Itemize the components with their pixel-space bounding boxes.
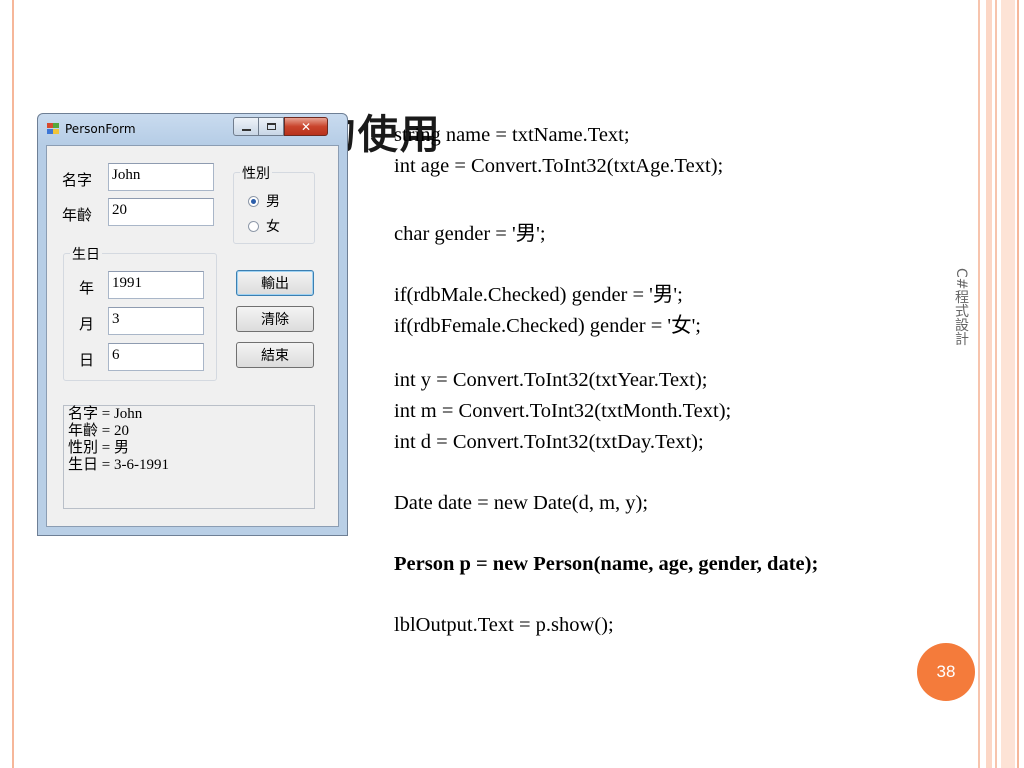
page-number-badge: 38 [917,643,975,701]
name-input[interactable]: John [108,163,214,191]
right-border-stripe [986,0,992,768]
radio-selected-icon [248,195,259,207]
day-input[interactable]: 6 [108,343,204,371]
code-line: Date date = new Date(d, m, y); [394,492,649,514]
window-title: PersonForm [65,122,136,136]
code-line: int age = Convert.ToInt32(txtAge.Text); [394,155,724,177]
right-border-stripe [978,0,980,768]
code-line: int y = Convert.ToInt32(txtYear.Text); [394,369,708,391]
male-radio-label: 男 [266,194,280,210]
age-input[interactable]: 20 [108,198,214,226]
person-form-window: PersonForm ✕ 名字 John 年齡 20 性別 男 女 生日 年 1… [37,113,348,536]
code-line: int d = Convert.ToInt32(txtDay.Text); [394,431,704,453]
year-input[interactable]: 1991 [108,271,204,299]
code-line: if(rdbFemale.Checked) gender = '女'; [394,315,701,337]
year-label: 年 [79,279,95,297]
code-line: lblOutput.Text = p.show(); [394,614,614,636]
birthday-group-caption: 生日 [70,244,102,264]
day-label: 日 [79,351,95,369]
app-icon [47,123,59,134]
right-border-stripe [1001,0,1015,768]
female-radio-label: 女 [266,219,280,235]
code-line: int m = Convert.ToInt32(txtMonth.Text); [394,400,732,422]
output-line: 年齡 = 20 [68,423,129,439]
maximize-button[interactable] [258,117,284,136]
radio-empty-icon [248,220,259,232]
end-button[interactable]: 結束 [236,342,314,368]
clear-button[interactable]: 清除 [236,306,314,332]
name-label: 名字 [62,171,93,189]
output-button[interactable]: 輸出 [236,270,314,296]
minimize-button[interactable] [233,117,259,136]
gender-group: 性別 男 女 [233,163,315,244]
code-line-highlighted: Person p = new Person(name, age, gender,… [394,553,819,575]
male-radio[interactable]: 男 [248,191,280,211]
output-line: 生日 = 3-6-1991 [68,457,169,473]
right-border-stripe [995,0,997,768]
output-line: 性別 = 男 [68,440,129,456]
left-border-stripe [12,0,14,768]
minimize-icon [241,128,251,131]
side-caption: C#程式設計 [953,268,969,346]
code-line: string name = txtName.Text; [394,124,630,146]
month-input[interactable]: 3 [108,307,204,335]
form-client-area: 名字 John 年齡 20 性別 男 女 生日 年 1991 月 3 日 6 輸… [46,145,339,527]
month-label: 月 [79,315,95,333]
close-icon: ✕ [300,119,312,134]
gender-group-caption: 性別 [240,163,272,183]
code-line: char gender = '男'; [394,223,546,245]
output-label: 名字 = John 年齡 = 20 性別 = 男 生日 = 3-6-1991 [63,405,315,509]
female-radio[interactable]: 女 [248,216,280,236]
right-border-stripe [1017,0,1019,768]
output-line: 名字 = John [68,406,143,422]
code-line: if(rdbMale.Checked) gender = '男'; [394,284,683,306]
close-button[interactable]: ✕ [284,117,328,136]
age-label: 年齡 [62,206,93,224]
birthday-group: 生日 年 1991 月 3 日 6 [63,244,217,381]
maximize-icon [266,123,276,130]
